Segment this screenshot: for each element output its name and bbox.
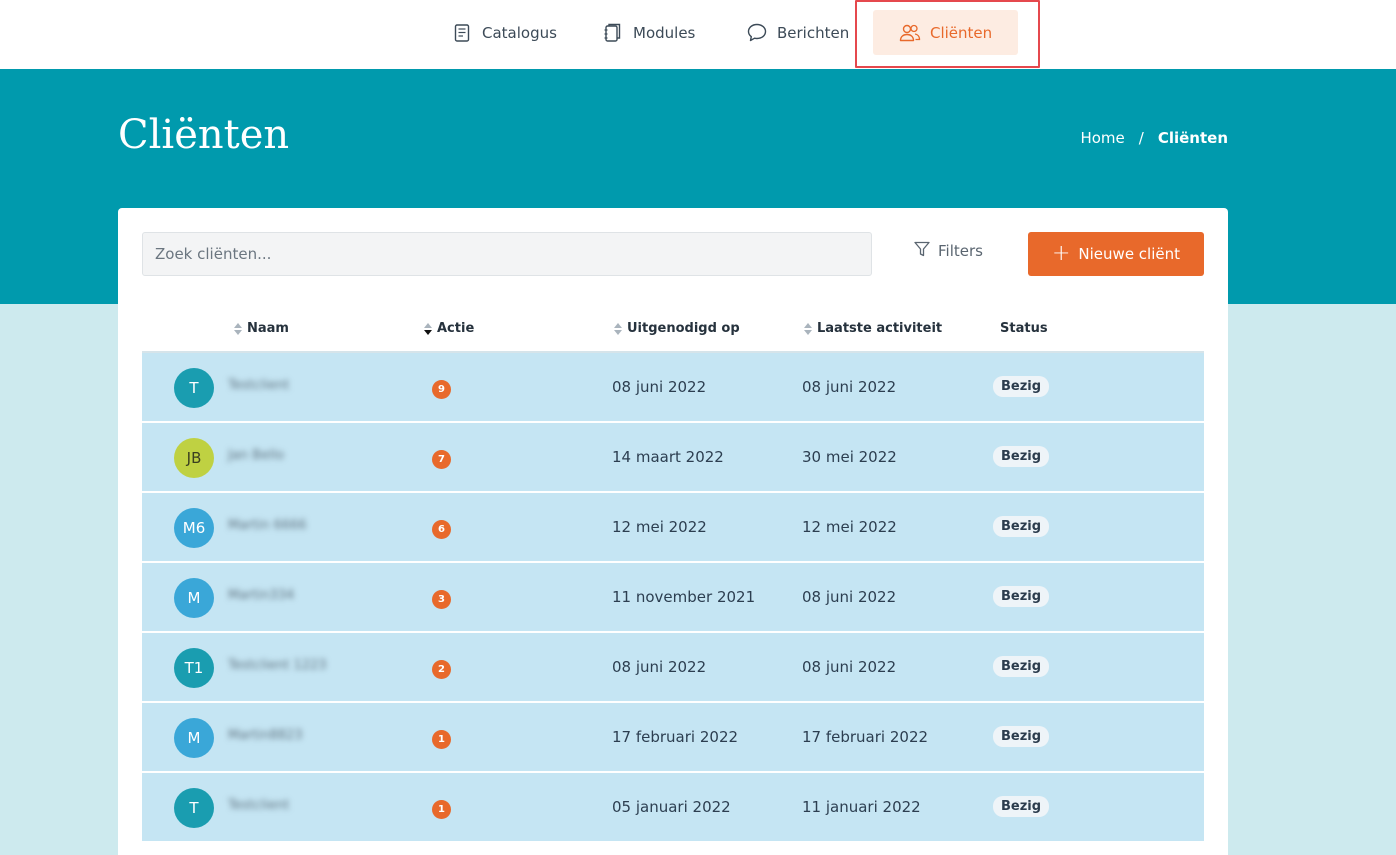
- filter-icon: [914, 241, 930, 261]
- sort-icon: [804, 322, 812, 335]
- invited-date: 12 mei 2022: [612, 518, 707, 536]
- client-name: Testclient 1223: [228, 658, 327, 673]
- column-header-label: Uitgenodigd op: [627, 321, 740, 336]
- top-navigation: Catalogus Modules Berichten Cliënten: [0, 0, 1396, 69]
- status-badge: Bezig: [993, 586, 1050, 607]
- table-row[interactable]: T1 Testclient 1223 2 08 juni 2022 08 jun…: [142, 633, 1204, 703]
- invited-date: 08 juni 2022: [612, 378, 707, 396]
- filters-button[interactable]: Filters: [914, 241, 983, 261]
- avatar: M: [174, 578, 214, 618]
- avatar: T: [174, 788, 214, 828]
- status-badge: Bezig: [993, 796, 1050, 817]
- clients-table-body: T Testclient 9 08 juni 2022 08 juni 2022…: [142, 353, 1204, 843]
- avatar: M6: [174, 508, 214, 548]
- nav-item-catalogus[interactable]: Catalogus: [451, 10, 557, 55]
- plus-icon: +: [1051, 241, 1071, 266]
- chat-icon: [746, 22, 768, 44]
- new-client-button[interactable]: + Nieuwe cliënt: [1028, 232, 1204, 276]
- avatar: M: [174, 718, 214, 758]
- table-row[interactable]: M Martin334 3 11 november 2021 08 juni 2…: [142, 563, 1204, 633]
- table-row[interactable]: JB Jan Bello 7 14 maart 2022 30 mei 2022…: [142, 423, 1204, 493]
- search-input[interactable]: [142, 232, 872, 276]
- column-header-label: Laatste activiteit: [817, 321, 943, 336]
- column-header-laatste-activiteit[interactable]: Laatste activiteit: [804, 321, 942, 336]
- action-count-badge: 1: [432, 730, 451, 749]
- status-badge: Bezig: [993, 446, 1050, 467]
- catalog-icon: [451, 22, 473, 44]
- new-client-label: Nieuwe cliënt: [1078, 245, 1181, 263]
- client-name: Martin 6666: [228, 518, 307, 533]
- status-badge: Bezig: [993, 516, 1050, 537]
- nav-label: Catalogus: [482, 23, 557, 42]
- breadcrumb-current: Cliënten: [1157, 129, 1228, 147]
- sort-icon: [234, 322, 242, 335]
- client-name: Martin8823: [228, 728, 303, 743]
- column-header-naam[interactable]: Naam: [234, 321, 289, 336]
- column-header-label: Status: [1000, 321, 1048, 336]
- last-activity-date: 08 juni 2022: [802, 378, 897, 396]
- last-activity-date: 30 mei 2022: [802, 448, 897, 466]
- sort-desc-icon: [424, 322, 432, 335]
- action-count-badge: 2: [432, 660, 451, 679]
- last-activity-date: 17 februari 2022: [802, 728, 929, 746]
- last-activity-date: 08 juni 2022: [802, 658, 897, 676]
- sort-icon: [614, 322, 622, 335]
- avatar: T1: [174, 648, 214, 688]
- column-header-actie[interactable]: Actie: [424, 321, 474, 336]
- client-name: Testclient: [228, 378, 290, 393]
- action-count-badge: 1: [432, 800, 451, 819]
- filters-label: Filters: [938, 242, 983, 260]
- invited-date: 05 januari 2022: [612, 798, 731, 816]
- table-row[interactable]: M Martin8823 1 17 februari 2022 17 febru…: [142, 703, 1204, 773]
- action-count-badge: 6: [432, 520, 451, 539]
- action-count-badge: 9: [432, 380, 451, 399]
- nav-item-modules[interactable]: Modules: [602, 10, 695, 55]
- status-badge: Bezig: [993, 656, 1050, 677]
- action-count-badge: 3: [432, 590, 451, 609]
- invited-date: 14 maart 2022: [612, 448, 724, 466]
- action-count-badge: 7: [432, 450, 451, 469]
- status-badge: Bezig: [993, 726, 1050, 747]
- avatar: T: [174, 368, 214, 408]
- nav-label: Cliënten: [930, 23, 993, 42]
- invited-date: 11 november 2021: [612, 588, 756, 606]
- breadcrumb-home[interactable]: Home: [1080, 129, 1124, 147]
- page-title: Cliënten: [118, 112, 290, 158]
- client-name: Jan Bello: [228, 448, 285, 463]
- breadcrumb-separator: /: [1138, 129, 1144, 147]
- status-badge: Bezig: [993, 376, 1050, 397]
- nav-label: Berichten: [777, 23, 850, 42]
- column-header-label: Actie: [437, 321, 475, 336]
- table-row[interactable]: T Testclient 1 05 januari 2022 11 januar…: [142, 773, 1204, 843]
- avatar: JB: [174, 438, 214, 478]
- invited-date: 17 februari 2022: [612, 728, 739, 746]
- column-header-label: Naam: [247, 321, 289, 336]
- table-row[interactable]: M6 Martin 6666 6 12 mei 2022 12 mei 2022…: [142, 493, 1204, 563]
- modules-icon: [602, 22, 624, 44]
- invited-date: 08 juni 2022: [612, 658, 707, 676]
- last-activity-date: 11 januari 2022: [802, 798, 921, 816]
- table-header: Naam Actie Uitgenodigd op Laatste activi…: [142, 313, 1204, 353]
- nav-item-clienten[interactable]: Cliënten: [873, 10, 1019, 55]
- column-header-status: Status: [1000, 321, 1048, 336]
- users-icon: [899, 22, 921, 44]
- clients-card: Filters + Nieuwe cliënt Naam Actie Uitge…: [118, 208, 1228, 855]
- last-activity-date: 08 juni 2022: [802, 588, 897, 606]
- nav-label: Modules: [633, 23, 696, 42]
- client-name: Testclient: [228, 798, 290, 813]
- client-name: Martin334: [228, 588, 295, 603]
- breadcrumb: Home / Cliënten: [1080, 129, 1228, 147]
- table-row[interactable]: T Testclient 9 08 juni 2022 08 juni 2022…: [142, 353, 1204, 423]
- last-activity-date: 12 mei 2022: [802, 518, 897, 536]
- column-header-uitgenodigd[interactable]: Uitgenodigd op: [614, 321, 740, 336]
- nav-item-berichten[interactable]: Berichten: [746, 10, 849, 55]
